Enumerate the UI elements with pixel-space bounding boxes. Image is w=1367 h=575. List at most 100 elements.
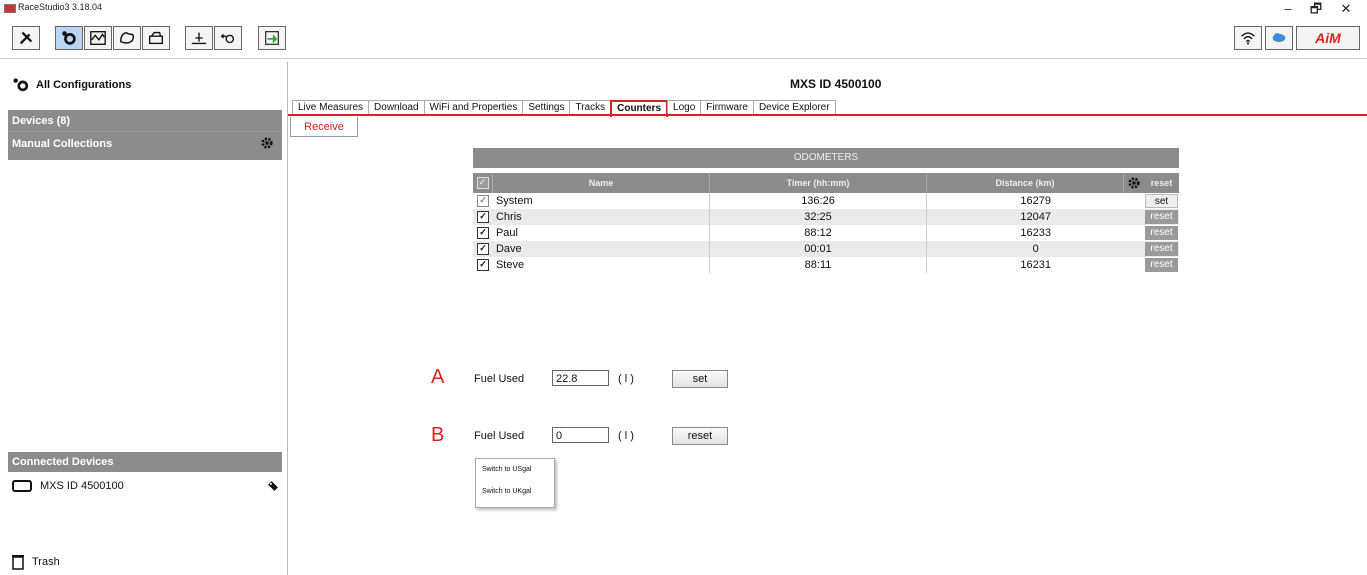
odometers-table: ODOMETERS ✓ Name Timer (hh:mm) Distance … <box>473 148 1179 273</box>
devices-section[interactable]: Devices (8) <box>8 110 282 132</box>
set-button[interactable]: set <box>1145 194 1179 208</box>
row-checkbox[interactable]: ✓ <box>476 243 489 255</box>
gear-icon[interactable] <box>260 136 274 150</box>
row-distance: 16279 <box>1020 195 1051 207</box>
tab-download[interactable]: Download <box>368 100 425 115</box>
trash-label: Trash <box>32 556 60 568</box>
table-row: ✓ Paul 88:12 16233 reset <box>473 225 1179 241</box>
manual-collections-label: Manual Collections <box>12 138 113 150</box>
row-distance: 12047 <box>1020 211 1051 223</box>
configuration-icon <box>62 31 76 45</box>
device-title: MXS ID 4500100 <box>790 77 882 91</box>
fuel-used-set-input[interactable]: 22.8 <box>552 370 609 386</box>
settings-button[interactable] <box>1124 173 1144 193</box>
race-vehicle-icon <box>149 31 163 45</box>
manual-collections-section[interactable]: Manual Collections <box>8 132 282 160</box>
row-checkbox: ✓ <box>476 195 489 207</box>
tag-icon[interactable] <box>266 479 280 493</box>
restore-button[interactable]: 🗗 <box>1303 0 1329 20</box>
row-checkbox[interactable]: ✓ <box>476 259 489 271</box>
sensors-icon <box>191 32 207 45</box>
connected-device-name: MXS ID 4500100 <box>40 480 124 492</box>
row-name: Paul <box>493 225 710 241</box>
row-distance: 0 <box>1032 243 1039 255</box>
minimize-button[interactable]: – <box>1275 0 1301 20</box>
table-header: ✓ Name Timer (hh:mm) Distance (km) reset <box>473 173 1179 193</box>
wifi-button[interactable] <box>1234 26 1262 50</box>
device-icon <box>12 480 32 492</box>
transfer-button[interactable] <box>258 26 286 50</box>
all-configurations[interactable]: All Configurations <box>12 77 131 93</box>
tab-live-measures[interactable]: Live Measures <box>292 100 370 115</box>
row-name: Dave <box>493 241 710 257</box>
aim-logo: AiM <box>1315 30 1341 46</box>
row-distance: 16233 <box>1020 227 1051 239</box>
reset-button[interactable]: reset <box>1145 210 1179 224</box>
fuel-unit: ( l ) <box>618 373 634 385</box>
sensors-button[interactable] <box>185 26 213 50</box>
row-checkbox[interactable]: ✓ <box>476 211 489 223</box>
table-row: ✓ Dave 00:01 0 reset <box>473 241 1179 257</box>
odometers-title: ODOMETERS <box>473 148 1179 168</box>
row-distance: 16231 <box>1020 259 1051 271</box>
device-add-button[interactable] <box>214 26 242 50</box>
menu-item-switch-usgal[interactable]: Switch to USgal <box>476 459 554 481</box>
row-timer: 88:12 <box>710 225 928 241</box>
row-checkbox[interactable]: ✓ <box>476 227 489 239</box>
tab-settings[interactable]: Settings <box>522 100 571 115</box>
row-timer: 32:25 <box>710 209 928 225</box>
table-row: ✓ Steve 88:11 16231 reset <box>473 257 1179 273</box>
cloud-icon <box>1272 33 1286 43</box>
fuel-used-reset-input[interactable]: 0 <box>552 427 609 443</box>
aim-logo-button[interactable]: AiM <box>1296 26 1360 50</box>
all-configurations-label: All Configurations <box>36 79 132 91</box>
gear-icon <box>1128 177 1140 189</box>
sidebar-divider <box>287 62 288 575</box>
trash-item[interactable]: Trash <box>12 554 60 570</box>
tab-underline <box>288 114 1367 116</box>
connected-device-item[interactable]: MXS ID 4500100 <box>12 479 280 493</box>
column-name: Name <box>493 173 710 193</box>
reset-all-button[interactable]: reset <box>1144 173 1179 193</box>
tab-logo[interactable]: Logo <box>667 100 702 115</box>
fuel-set-button[interactable]: set <box>672 370 728 388</box>
title-bar: RaceStudio3 3.18.04 – 🗗 ✕ <box>0 0 1367 22</box>
configuration-button[interactable] <box>55 26 83 50</box>
table-row: ✓ Chris 32:25 12047 reset <box>473 209 1179 225</box>
reset-button[interactable]: reset <box>1145 226 1179 240</box>
main-toolbar: AiM <box>0 22 1367 58</box>
analysis-button[interactable] <box>84 26 112 50</box>
race-vehicle-button[interactable] <box>142 26 170 50</box>
tools-button[interactable] <box>12 26 40 50</box>
toolbar-divider <box>0 58 1367 59</box>
units-context-menu: Switch to USgal Switch to UKgal <box>475 458 555 508</box>
fuel-used-label: Fuel Used <box>474 373 525 385</box>
column-timer: Timer (hh:mm) <box>710 173 927 193</box>
window-title: RaceStudio3 3.18.04 <box>18 2 103 12</box>
fuel-used-label: Fuel Used <box>474 430 525 442</box>
receive-button[interactable]: Receive <box>290 117 358 137</box>
tab-device-explorer[interactable]: Device Explorer <box>752 100 836 115</box>
select-all-checkbox[interactable]: ✓ <box>473 173 493 193</box>
reset-button[interactable]: reset <box>1145 258 1179 272</box>
reset-button[interactable]: reset <box>1145 242 1179 256</box>
row-timer: 88:11 <box>710 257 928 273</box>
analysis-icon <box>90 31 106 45</box>
row-timer: 00:01 <box>710 241 928 257</box>
fuel-reset-button[interactable]: reset <box>672 427 728 445</box>
menu-item-switch-ukgal[interactable]: Switch to UKgal <box>476 481 554 503</box>
trash-icon <box>12 555 24 570</box>
table-row: ✓ System 136:26 16279 set <box>473 193 1179 209</box>
tab-firmware[interactable]: Firmware <box>700 100 754 115</box>
sidebar: All Configurations Devices (8) Manual Co… <box>8 62 283 575</box>
close-button[interactable]: ✕ <box>1333 0 1359 20</box>
tab-bar: Live Measures Download WiFi and Properti… <box>292 100 836 117</box>
transfer-icon <box>265 31 279 45</box>
row-name: Steve <box>493 257 710 273</box>
tracks-icon <box>119 32 135 44</box>
cloud-button[interactable] <box>1265 26 1293 50</box>
tracks-button[interactable] <box>113 26 141 50</box>
row-timer: 136:26 <box>710 193 928 209</box>
tab-wifi-and-properties[interactable]: WiFi and Properties <box>423 100 524 115</box>
tab-tracks[interactable]: Tracks <box>569 100 612 115</box>
